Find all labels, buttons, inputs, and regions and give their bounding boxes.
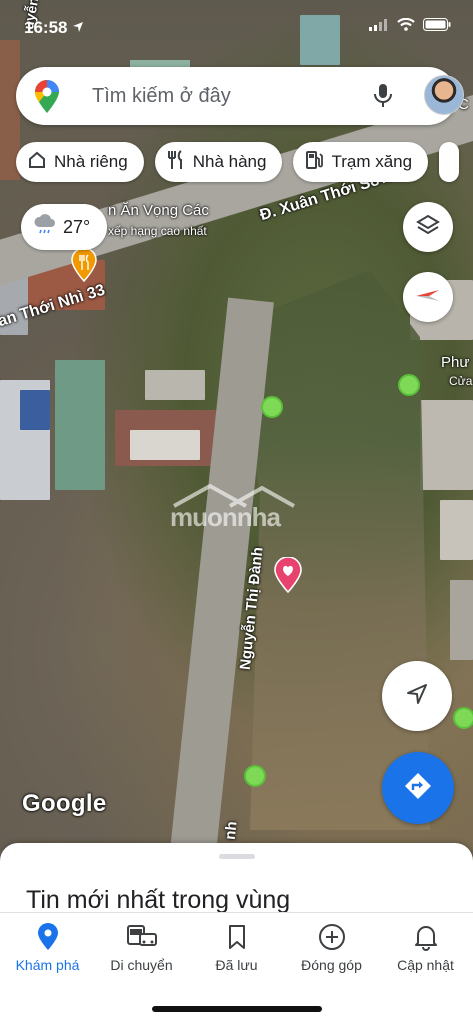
- nav-contribute[interactable]: Đóng góp: [284, 921, 379, 973]
- rain-cloud-icon: [33, 213, 57, 241]
- home-icon: [28, 151, 46, 174]
- google-attribution: Google: [22, 790, 107, 817]
- building-roof: [440, 500, 473, 560]
- status-time-text: 16:58: [24, 18, 68, 37]
- nav-commute[interactable]: Di chuyển: [94, 921, 189, 973]
- explore-pin-icon: [0, 921, 95, 953]
- nav-updates[interactable]: Cập nhật: [378, 921, 473, 973]
- road-label-nguyen-thi-danh-bottom: nh: [221, 820, 241, 841]
- nav-label: Đã lưu: [215, 957, 258, 973]
- nav-explore[interactable]: Khám phá: [0, 921, 95, 973]
- add-circle-icon: [284, 921, 379, 953]
- watermark-text: muonnha: [170, 502, 281, 532]
- place-label-right: Phư: [441, 354, 470, 371]
- layers-button[interactable]: [403, 202, 453, 252]
- watermark-logo: muonnha: [170, 480, 305, 532]
- restaurant-icon: [167, 149, 185, 175]
- saved-place-heart-marker-icon[interactable]: [273, 556, 303, 598]
- restaurant-marker-icon[interactable]: [70, 247, 98, 287]
- building-roof: [145, 370, 205, 400]
- weather-temperature: 27°: [63, 216, 91, 237]
- search-bar[interactable]: Tìm kiếm ở đây: [16, 67, 464, 125]
- building-roof: [55, 360, 105, 490]
- category-chips: Nhà riêng Nhà hàng Trạm xăng: [16, 142, 473, 182]
- location-arrow-icon: [72, 18, 84, 37]
- weather-pill[interactable]: 27°: [21, 204, 107, 250]
- nav-saved[interactable]: Đã lưu: [189, 921, 284, 973]
- nav-label: Di chuyển: [110, 957, 173, 973]
- building-roof: [450, 580, 473, 660]
- battery-icon: [423, 18, 451, 36]
- chip-label: Trạm xăng: [331, 152, 413, 171]
- cellular-signal-icon: [369, 18, 389, 36]
- home-indicator[interactable]: [152, 1006, 322, 1012]
- map-dot[interactable]: [261, 396, 283, 418]
- sheet-drag-handle[interactable]: [219, 854, 255, 859]
- layers-icon: [416, 213, 440, 242]
- google-maps-logo-icon: [34, 80, 60, 119]
- bookmark-icon: [189, 921, 284, 953]
- chip-label: Nhà hàng: [192, 152, 267, 171]
- my-location-button[interactable]: [382, 661, 452, 731]
- directions-icon: [403, 771, 433, 806]
- directions-button[interactable]: [382, 752, 454, 824]
- place-label-restaurant-sub: xếp hạng cao nhất: [108, 224, 207, 238]
- map-dot[interactable]: [244, 765, 266, 787]
- sheet-title: Tin mới nhất trong vùng: [26, 886, 291, 914]
- map-dot[interactable]: [453, 707, 473, 729]
- building-roof: [420, 400, 473, 490]
- chip-label: Nhà riêng: [54, 152, 128, 171]
- map-dot[interactable]: [398, 374, 420, 396]
- compass-button[interactable]: [403, 272, 453, 322]
- status-bar: 16:58: [0, 0, 473, 56]
- chip-gas-station[interactable]: Trạm xăng: [293, 142, 429, 182]
- chip-restaurant[interactable]: Nhà hàng: [154, 142, 283, 182]
- building-roof: [20, 390, 50, 430]
- nav-label: Khám phá: [15, 957, 80, 973]
- status-icons: [369, 17, 451, 36]
- nav-label: Đóng góp: [301, 957, 362, 973]
- chip-more[interactable]: [439, 142, 460, 182]
- place-label-right-2: Cửa: [449, 374, 473, 388]
- search-input[interactable]: Tìm kiếm ở đây: [92, 85, 231, 108]
- wifi-icon: [397, 17, 415, 36]
- compass-icon: [415, 288, 441, 307]
- gas-station-icon: [305, 150, 324, 175]
- commute-icon: [94, 921, 189, 953]
- status-time: 16:58: [24, 18, 84, 38]
- place-label-restaurant: n Ăn Vọng Các: [108, 202, 209, 219]
- avatar[interactable]: [424, 75, 464, 115]
- building-roof: [130, 430, 200, 460]
- navigation-arrow-icon: [405, 682, 429, 711]
- chip-home[interactable]: Nhà riêng: [16, 142, 144, 182]
- microphone-icon[interactable]: [372, 83, 394, 114]
- bell-icon: [378, 921, 473, 953]
- nav-label: Cập nhật: [397, 957, 454, 973]
